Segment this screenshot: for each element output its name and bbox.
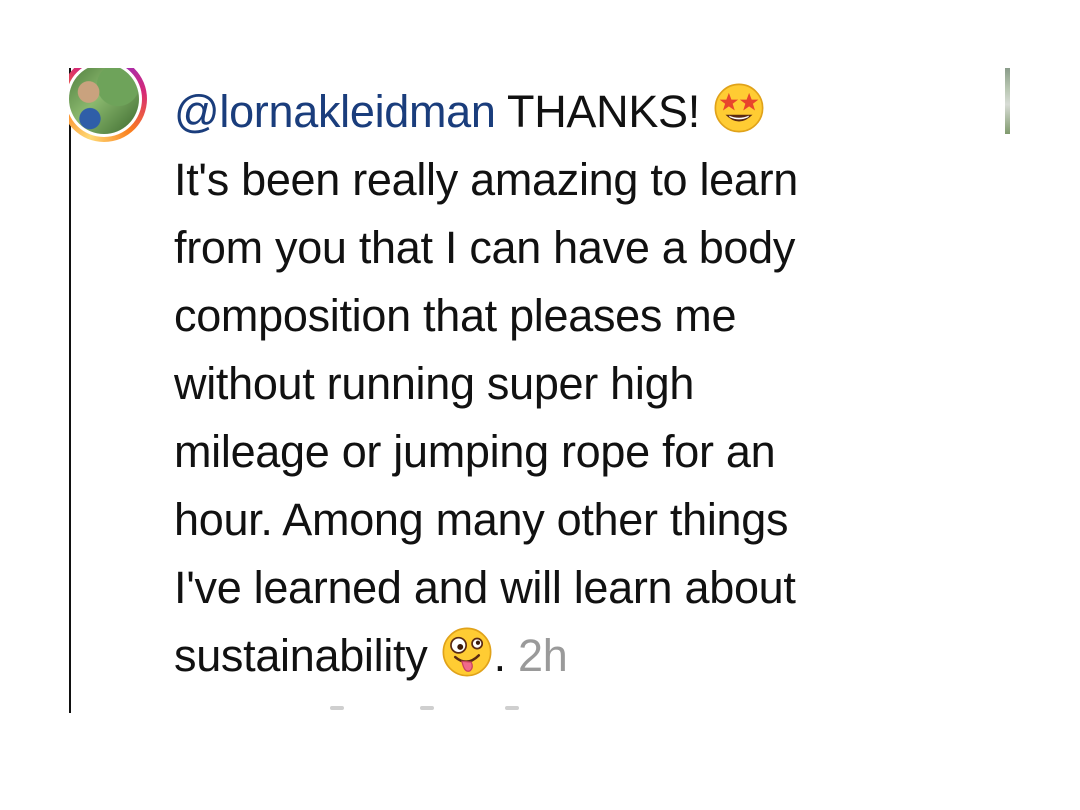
comment-body: @lornakleidman THANKS! It's been really … bbox=[174, 78, 974, 690]
comment-line-8: I've learned and will learn about bbox=[174, 562, 796, 613]
comment-line-4: composition that pleases me bbox=[174, 290, 737, 341]
avatar[interactable] bbox=[69, 68, 151, 144]
comment-timestamp[interactable]: 2h bbox=[518, 630, 568, 681]
comment-line-6: mileage or jumping rope for an bbox=[174, 426, 776, 477]
comment-line-5: without running super high bbox=[174, 358, 695, 409]
comment-line-3: from you that I can have a body bbox=[174, 222, 796, 273]
comment-line-1: THANKS! bbox=[495, 86, 713, 137]
mention-link[interactable]: @lornakleidman bbox=[174, 86, 496, 137]
post-thumbnail[interactable] bbox=[1005, 68, 1010, 134]
thread-line bbox=[69, 68, 71, 713]
zany-face-emoji-icon bbox=[442, 627, 492, 677]
comment-line-9: sustainability bbox=[174, 630, 440, 681]
star-struck-emoji-icon bbox=[714, 83, 764, 133]
cropped-action-row bbox=[330, 706, 590, 716]
comment-line-9-suffix: . bbox=[493, 630, 519, 681]
comment-line-7: hour. Among many other things bbox=[174, 494, 789, 545]
comment-line-2: It's been really amazing to learn bbox=[174, 154, 799, 205]
